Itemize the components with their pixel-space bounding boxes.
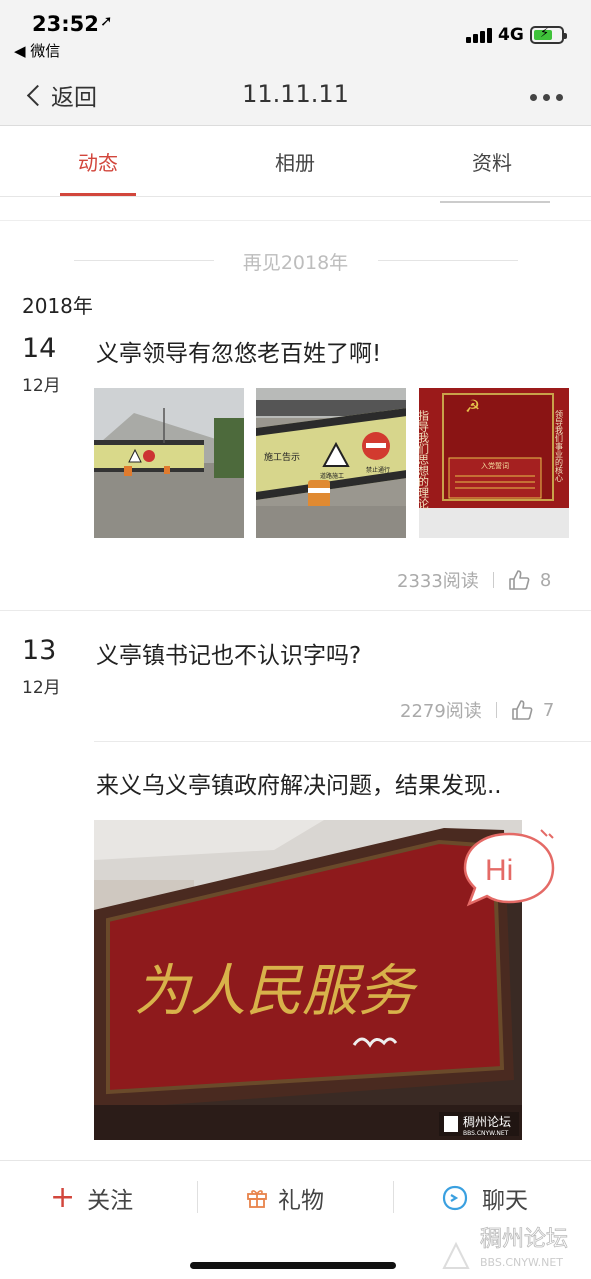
chat-label: 聊天 [482,1188,528,1214]
sign-mid-text: 道路施工 [320,472,344,480]
year-divider: 再见2018年 [0,246,591,276]
like-count: 8 [539,569,552,591]
hi-text: Hi [485,854,513,887]
network-type: 4G [498,25,524,45]
back-to-app-link[interactable]: ◀ 微信 [14,40,60,61]
post-title[interactable]: 义亭镇书记也不认识字吗? [96,636,361,670]
board-left-text: 指导我们思想的理论 [419,409,430,509]
home-indicator[interactable] [190,1262,396,1269]
post-separator [0,610,591,611]
thumbs-up-icon[interactable] [508,569,530,591]
follow-button[interactable]: + 关注 [50,1181,133,1215]
previous-post-edge [0,197,591,221]
post-month: 12月 [22,376,61,396]
post-photo-1[interactable] [94,388,244,538]
plaque-text: 为人民服务 [134,959,418,1024]
year-divider-text: 再见2018年 [242,252,349,274]
sign-right-text: 禁止通行 [366,466,390,474]
post-day: 13 [22,635,57,666]
chat-button[interactable]: 聊天 [442,1181,528,1215]
sign-left-text: 施工告示 [264,451,300,463]
post-day: 14 [22,333,57,364]
gift-button[interactable]: 礼物 [246,1181,324,1215]
post-title[interactable]: 义亭领导有忽悠老百姓了啊! [96,334,381,368]
forum-watermark-url: BBS.CNYW.NET [463,1130,509,1137]
tab-bar: 动态 相册 资料 [0,127,591,197]
status-time: 23:52 [32,12,99,36]
svg-text:☭: ☭ [465,397,480,417]
battery-icon: ⚡ [530,26,567,44]
page-title: 11.11.11 [242,80,349,108]
gift-label: 礼物 [278,1188,324,1214]
forum-watermark: 稠州论坛 BBS.CNYW.NET [440,1224,590,1274]
signal-icon [466,27,494,43]
like-count: 7 [542,699,555,721]
gift-icon [246,1187,268,1209]
post-stats: 2279阅读 7 [400,697,554,723]
location-arrow-icon: ➚ [100,12,113,30]
watermark-url: BBS.CNYW.NET [480,1256,563,1269]
plus-icon: + [50,1180,76,1215]
board-title-text: 入党誓词 [481,461,509,470]
tab-profile[interactable]: 资料 [422,147,562,176]
tab-album[interactable]: 相册 [225,147,365,176]
sub-post-title[interactable]: 来义乌义亭镇政府解决问题，结果发现.. [96,766,502,800]
post-photo-3[interactable]: ☭ 入党誓词 指导我们思想的理论 领导我们事业的核心 [419,388,569,538]
watermark-name: 稠州论坛 [480,1227,568,1252]
read-count: 2333阅读 [397,571,479,592]
more-icon[interactable] [528,94,564,102]
tab-feed[interactable]: 动态 [28,147,168,176]
follow-label: 关注 [87,1188,134,1214]
nav-bar: 返回 11.11.11 [0,64,591,126]
status-bar: 23:52 ➚ ◀ 微信 4G ⚡ [0,0,591,64]
year-label: 2018年 [22,294,93,318]
active-tab-indicator [60,193,136,196]
post-photo-2[interactable]: 施工告示 道路施工 禁止通行 [256,388,406,538]
thumbs-up-icon[interactable] [511,699,533,721]
read-count: 2279阅读 [400,701,482,722]
forum-watermark-text: 稠州论坛 [463,1115,511,1129]
chat-icon [442,1185,468,1211]
post-separator [94,741,591,742]
post-stats: 2333阅读 8 [397,567,551,593]
board-right-text: 领导我们事业的核心 [555,409,564,482]
hi-chat-bubble[interactable]: Hi [457,826,557,912]
post-month: 12月 [22,678,61,698]
